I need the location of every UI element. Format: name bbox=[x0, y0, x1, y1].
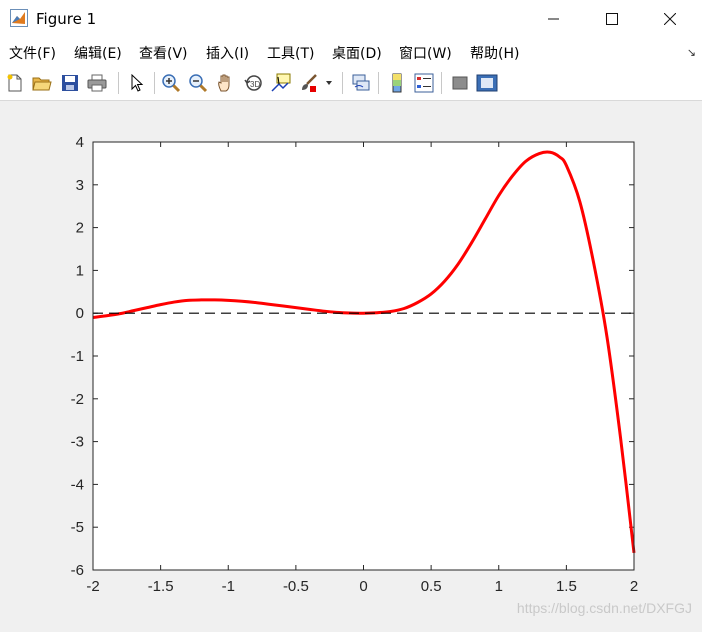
y-tick-label: -3 bbox=[71, 434, 84, 451]
zoom-in-icon[interactable] bbox=[160, 72, 182, 94]
y-tick-label: -5 bbox=[71, 519, 84, 536]
watermark: https://blog.csdn.net/DXFGJ bbox=[516, 600, 692, 616]
x-tick-label: 2 bbox=[630, 578, 638, 595]
toolbar-separator bbox=[441, 72, 442, 94]
menu-insert[interactable]: 插入(I) bbox=[206, 43, 249, 63]
zoom-out-icon[interactable] bbox=[187, 72, 209, 94]
menu-view[interactable]: 查看(V) bbox=[139, 43, 188, 63]
close-button[interactable] bbox=[642, 0, 698, 38]
y-tick-label: -4 bbox=[71, 476, 84, 493]
x-tick-label: -1 bbox=[222, 578, 235, 595]
chart-svg[interactable]: -2 -1.5 -1 -0.5 0 0.5 1 1.5 2 4 3 2 1 0 -1 -2 -3 -4 -5 -6 bbox=[0, 101, 702, 628]
toolbar-separator bbox=[118, 72, 119, 94]
select-arrow-icon[interactable] bbox=[126, 72, 148, 94]
x-tick-label: 0 bbox=[359, 578, 367, 595]
show-plot-tools-icon[interactable] bbox=[476, 72, 498, 94]
save-icon[interactable] bbox=[59, 72, 81, 94]
y-tick-label: 3 bbox=[76, 177, 84, 194]
window-title: Figure 1 bbox=[36, 10, 97, 28]
svg-text:3D: 3D bbox=[250, 80, 260, 89]
minimize-button[interactable] bbox=[526, 0, 582, 38]
plot-area: -2 -1.5 -1 -0.5 0 0.5 1 1.5 2 4 3 2 1 0 -1 -2 -3 -4 -5 -6 h… bbox=[0, 101, 702, 628]
rotate-3d-icon[interactable]: 3D bbox=[243, 72, 265, 94]
toolbar-separator bbox=[378, 72, 379, 94]
data-cursor-icon[interactable] bbox=[270, 72, 292, 94]
brush-icon[interactable] bbox=[298, 72, 320, 94]
maximize-icon bbox=[606, 13, 618, 25]
toolbar-separator bbox=[342, 72, 343, 94]
minimize-icon bbox=[548, 18, 559, 20]
y-tick-label: 4 bbox=[76, 134, 84, 151]
print-icon[interactable] bbox=[86, 72, 108, 94]
matlab-logo-icon bbox=[10, 9, 28, 27]
toolbar: 3D bbox=[0, 66, 702, 101]
menu-window[interactable]: 窗口(W) bbox=[399, 43, 452, 63]
maximize-button[interactable] bbox=[584, 0, 640, 38]
x-tick-label: -2 bbox=[86, 578, 99, 595]
x-tick-label: -1.5 bbox=[148, 578, 174, 595]
y-tick-label: -1 bbox=[71, 348, 84, 365]
x-tick-label: 1.5 bbox=[556, 578, 577, 595]
y-tick-label: 2 bbox=[76, 220, 84, 237]
menu-help[interactable]: 帮助(H) bbox=[470, 43, 519, 63]
link-plot-icon[interactable] bbox=[350, 72, 372, 94]
colorbar-icon[interactable] bbox=[386, 72, 408, 94]
menu-edit[interactable]: 编辑(E) bbox=[74, 43, 122, 63]
y-tick-label: 0 bbox=[76, 305, 84, 322]
brush-dropdown-icon[interactable] bbox=[322, 72, 336, 94]
dock-arrow-icon[interactable]: ↘ bbox=[687, 46, 696, 59]
x-tick-label: -0.5 bbox=[283, 578, 309, 595]
hide-plot-tools-icon[interactable] bbox=[449, 72, 471, 94]
x-tick-label: 0.5 bbox=[421, 578, 442, 595]
new-figure-icon[interactable] bbox=[4, 72, 26, 94]
axes-background bbox=[93, 142, 634, 570]
y-tick-label: 1 bbox=[76, 262, 84, 279]
menu-tools[interactable]: 工具(T) bbox=[267, 43, 314, 63]
y-tick-label: -6 bbox=[71, 562, 84, 579]
toolbar-separator bbox=[154, 72, 155, 94]
menu-file[interactable]: 文件(F) bbox=[9, 43, 56, 63]
close-icon bbox=[664, 13, 676, 25]
menu-bar: 文件(F) 编辑(E) 查看(V) 插入(I) 工具(T) 桌面(D) 窗口(W… bbox=[0, 38, 702, 66]
menu-desktop[interactable]: 桌面(D) bbox=[332, 43, 382, 63]
open-file-icon[interactable] bbox=[31, 72, 53, 94]
legend-icon[interactable] bbox=[413, 72, 435, 94]
y-tick-label: -2 bbox=[71, 391, 84, 408]
title-bar: Figure 1 bbox=[0, 0, 702, 38]
x-tick-label: 1 bbox=[495, 578, 503, 595]
pan-hand-icon[interactable] bbox=[215, 72, 237, 94]
